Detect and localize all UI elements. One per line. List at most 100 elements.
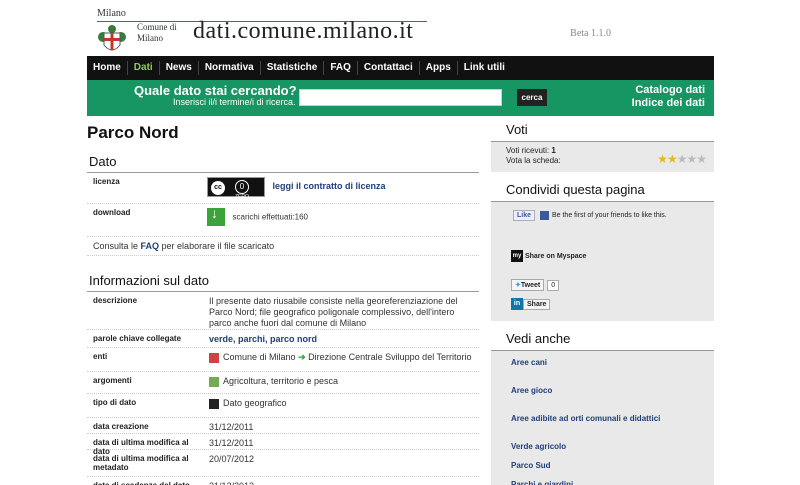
votes-box: Voti Voti ricevuti: 1 Vota la scheda: ★★… [491,118,714,172]
vedi-item[interactable]: Verde agricolo [491,437,714,456]
download-icon[interactable] [207,208,225,226]
keyword-links[interactable]: verde, parchi, parco nord [209,334,317,344]
row-scadenza: data di scadenza del dato 31/12/2013 [87,477,479,485]
row-tipo: tipo di dato Dato geografico [87,394,479,418]
licenza-value: cc 0 ZERO leggi il contratto di licenza [205,173,479,203]
facebook-icon [539,210,549,220]
modifica-label: data di ultima modifica al dato [93,438,189,456]
cc-zero-icon[interactable]: cc 0 ZERO [207,177,265,200]
milano-crest-icon [98,25,126,51]
geo-data-icon [209,398,219,409]
search-input[interactable] [299,89,502,106]
creazione-label: data creazione [93,422,149,431]
catalog-link-line1: Catalogo dati [635,84,705,96]
row-argomenti: argomenti Agricoltura, territorio e pesc… [87,372,479,394]
linkedin-share[interactable]: in Share [511,298,551,310]
nav-news[interactable]: News [160,61,199,75]
star-icon[interactable]: ★ [667,152,678,166]
catalog-link[interactable]: Catalogo dati Indice dei dati [632,84,705,110]
vedi-item[interactable]: Parchi e giardini [491,475,714,485]
comune-shield-icon [209,352,219,363]
myspace-label: Share on Myspace [524,252,587,260]
vedi-anche-heading: Vedi anche [491,327,714,351]
linkedin-label: Share [523,298,551,310]
site-header: Milano Comune di Milano dati.comune.mila… [87,0,714,55]
tipo-label: tipo di dato [93,398,137,407]
enti-value: Comune di Milano ➔ Direzione Centrale Sv… [205,348,479,371]
tipo-text: Dato geografico [223,398,287,408]
nav-statistiche[interactable]: Statistiche [261,61,325,75]
vedi-item[interactable]: Aree adibite ad orti comunali e didattic… [491,409,714,437]
ente-direzione[interactable]: Direzione Centrale Sviluppo del Territor… [308,352,471,362]
modifica-value: 31/12/2011 [209,438,254,448]
license-link[interactable]: leggi il contratto di licenza [273,181,386,191]
site-title[interactable]: dati.comune.milano.it [193,18,413,45]
star-icon[interactable]: ★ [686,152,697,166]
logo-city: Milano [97,8,126,19]
search-question: Quale dato stai cercando? [134,83,297,98]
descrizione-value: Il presente dato riusabile consiste nell… [209,296,458,328]
faq-text-before: Consulta le [93,241,141,251]
tweet-count: 0 [547,280,560,291]
ente-comune[interactable]: Comune di Milano [223,352,296,362]
vedi-item[interactable]: Aree gioco [491,381,714,409]
tweet-button[interactable]: ✦Tweet [511,279,545,291]
row-descrizione: descrizione Il presente dato riusabile c… [87,292,479,330]
agriculture-icon [209,376,219,387]
tipo-value: Dato geografico [205,394,479,417]
nav-home[interactable]: Home [87,61,128,75]
facebook-like-text: Be the first of your friends to like thi… [551,212,667,219]
row-enti: enti Comune di Milano ➔ Direzione Centra… [87,348,479,372]
row-creazione: data creazione 31/12/2011 [87,418,479,434]
faq-note: Consulta le FAQ per elaborare il file sc… [87,237,479,255]
twitter-share: ✦Tweet 0 [511,278,560,291]
star-icon[interactable]: ★ [677,152,688,166]
share-heading: Condividi questa pagina [491,178,714,202]
star-icon[interactable]: ★ [696,152,707,166]
search-button[interactable]: cerca [517,89,547,106]
row-faq: Consulta le FAQ per elaborare il file sc… [87,237,479,256]
nav-dati[interactable]: Dati [128,61,160,75]
search-band: Quale dato stai cercando? Inserisci il/i… [87,80,714,116]
enti-label: enti [93,352,108,361]
faq-link[interactable]: FAQ [141,241,160,251]
rating-stars[interactable]: ★★★★★ [657,152,707,166]
myspace-share[interactable]: my Share on Myspace [511,250,586,262]
myspace-icon: my [511,250,523,262]
nav-link-utili[interactable]: Link utili [458,61,511,75]
creazione-value: 31/12/2011 [209,422,254,432]
star-icon[interactable]: ★ [657,152,668,166]
votes-content: Voti ricevuti: 1 Vota la scheda: ★★★★★ [491,142,714,172]
share-buttons: Like Be the first of your friends to lik… [491,202,714,321]
section-dato-heading: Dato [87,152,479,173]
argomenti-text[interactable]: Agricoltura, territorio e pesca [223,376,338,386]
argomenti-value: Agricoltura, territorio e pesca [205,372,479,393]
facebook-like: Like Be the first of your friends to lik… [513,210,667,221]
row-download: download scarichi effettuati:160 [87,204,479,237]
facebook-like-button[interactable]: Like [513,210,536,221]
share-box: Condividi questa pagina Like Be the firs… [491,178,714,321]
nav-apps[interactable]: Apps [420,61,458,75]
catalog-link-line2: Indice dei dati [631,97,705,109]
row-parole-chiave: parole chiave collegate verde, parchi, p… [87,330,479,348]
nav-contattaci[interactable]: Contattaci [358,61,420,75]
sidebar: Voti Voti ricevuti: 1 Vota la scheda: ★★… [491,118,714,485]
descrizione-label: descrizione [93,296,138,305]
scadenza-value: 31/12/2013 [205,477,479,485]
vedi-item[interactable]: Parco Sud [491,456,714,475]
download-count: scarichi effettuati:160 [232,212,308,222]
vedi-item[interactable]: Aree cani [491,351,714,381]
faq-text-after: per elaborare il file scaricato [159,241,275,251]
page-title: Parco Nord [87,123,179,142]
main-nav: Home Dati News Normativa Statistiche FAQ… [87,56,714,80]
search-hint: Inserisci il/i termine/i di ricerca. [173,97,296,107]
nav-normativa[interactable]: Normativa [199,61,261,75]
licenza-label: licenza [93,177,120,186]
vedi-anche-box: Vedi anche Aree cani Aree gioco Aree adi… [491,327,714,485]
nav-faq[interactable]: FAQ [324,61,358,75]
row-modifica-metadato: data di ultima modifica al metadato 20/0… [87,450,479,477]
download-label: download [93,208,131,217]
parole-label: parole chiave collegate [93,334,182,343]
version-label: Beta 1.1.0 [570,28,611,39]
parole-value: verde, parchi, parco nord [205,330,479,347]
